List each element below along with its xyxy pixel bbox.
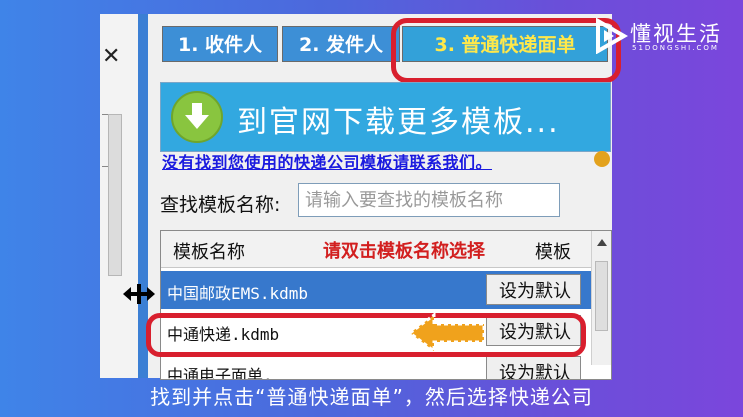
list-item[interactable]: 中国邮政EMS.kdmb 设为默认 [161,271,591,309]
background-window: ✕ [100,14,139,378]
download-banner-text: 到官网下载更多模板... [237,105,560,140]
double-click-hint: 请双击模板名称选择 [323,241,485,262]
tab-highlight-outline [391,18,621,83]
scroll-up-icon[interactable] [597,239,607,246]
download-icon [171,91,223,143]
scrollbar[interactable] [108,114,122,276]
column-header-template[interactable]: 模板 [535,238,571,264]
close-icon[interactable]: ✕ [102,44,120,69]
template-name: 中通电子面单. [167,366,273,380]
list-item[interactable]: 中通电子面单. 设为默认 [161,353,591,380]
video-subtitle: 找到并点击“普通快递面单”，然后选择快递公司 [150,385,593,409]
play-logo-icon [596,17,629,55]
tab-sender[interactable]: 2. 发件人 [282,26,400,62]
brand-url: 51DONGSHI.COM [632,44,719,52]
pointer-arrow-icon [408,312,486,354]
list-scrollbar[interactable] [591,231,611,365]
resize-cursor-icon [123,284,155,304]
set-default-button[interactable]: 设为默认 [486,356,581,379]
column-header-template-name[interactable]: 模板名称 [173,238,245,264]
mascot-icon [594,151,610,167]
list-header: 模板名称 请双击模板名称选择 模板 [161,231,591,268]
set-default-button[interactable]: 设为默认 [486,274,581,305]
scroll-thumb[interactable] [595,261,608,331]
search-label: 查找模板名称: [160,194,281,216]
download-templates-banner[interactable]: 到官网下载更多模板... [160,82,611,152]
tab-recipient[interactable]: 1. 收件人 [162,26,278,62]
template-list: 模板名称 请双击模板名称选择 模板 中国邮政EMS.kdmb 设为默认 中通快递… [160,230,612,380]
brand-logo: 懂视生活 51DONGSHI.COM [594,17,734,58]
contact-us-link[interactable]: 没有找到您使用的快递公司模板请联系我们。 [162,149,492,173]
template-search-input[interactable] [298,183,560,217]
template-name: 中国邮政EMS.kdmb [167,284,309,303]
row-highlight-outline [146,313,586,357]
